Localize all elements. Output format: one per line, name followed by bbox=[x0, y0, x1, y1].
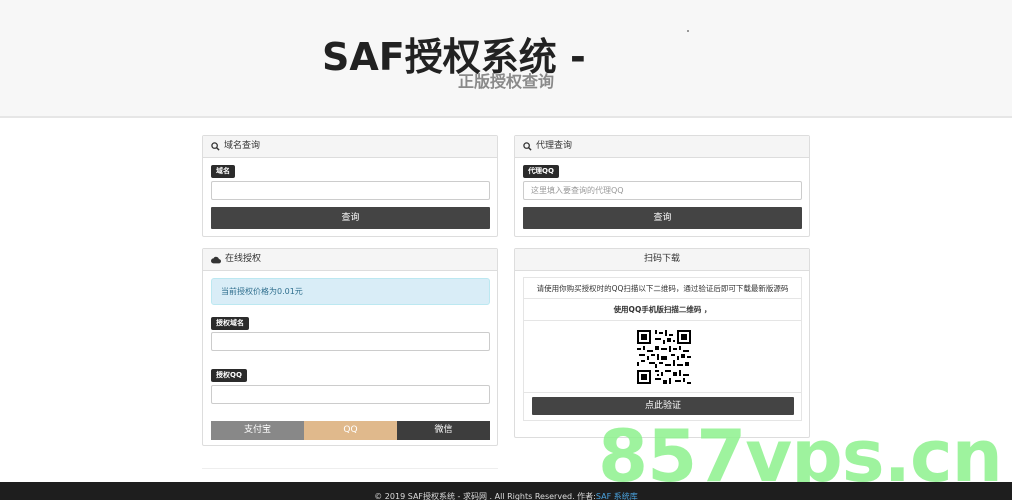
domain-query-panel: 域名查询 域名 查询 bbox=[202, 135, 498, 237]
agent-qq-label: 代理QQ bbox=[523, 165, 559, 178]
scan-download-panel: 扫码下载 请使用你购买授权时的QQ扫描以下二维码，通过验证后即可下载最新版源码 … bbox=[514, 248, 810, 438]
online-auth-panel: 在线授权 当前授权价格为0.01元 授权域名 授权QQ 支付宝 QQ 微信 bbox=[202, 248, 498, 446]
decorative-dot bbox=[687, 30, 689, 32]
verify-button[interactable]: 点此验证 bbox=[532, 397, 794, 415]
price-notice: 当前授权价格为0.01元 bbox=[211, 278, 490, 305]
alipay-button[interactable]: 支付宝 bbox=[211, 421, 304, 440]
search-icon bbox=[211, 142, 220, 151]
scan-download-heading: 扫码下载 bbox=[515, 249, 809, 271]
agent-query-title: 代理查询 bbox=[536, 141, 573, 151]
online-auth-title: 在线授权 bbox=[225, 254, 262, 264]
domain-query-heading: 域名查询 bbox=[203, 136, 497, 158]
page-footer: © 2019 SAF授权系统 - 求码网 . All Rights Reserv… bbox=[0, 482, 1012, 500]
auth-domain-label: 授权域名 bbox=[211, 317, 249, 330]
divider bbox=[202, 468, 498, 469]
wechat-pay-button[interactable]: 微信 bbox=[397, 421, 490, 440]
footer-author-link[interactable]: SAF 系统库 bbox=[596, 492, 638, 500]
footer-text: © 2019 SAF授权系统 - 求码网 . All Rights Reserv… bbox=[374, 492, 596, 500]
qr-code-icon bbox=[637, 330, 691, 384]
domain-input[interactable] bbox=[211, 181, 490, 200]
page-header: SAF授权系统 - 正版授权查询 bbox=[0, 0, 1012, 118]
scan-download-title: 扫码下载 bbox=[643, 254, 680, 264]
auth-domain-input[interactable] bbox=[211, 332, 490, 351]
page-subtitle: 正版授权查询 bbox=[458, 72, 555, 91]
cloud-icon bbox=[211, 256, 221, 263]
online-auth-heading: 在线授权 bbox=[203, 249, 497, 271]
domain-query-title: 域名查询 bbox=[224, 141, 261, 151]
agent-qq-input[interactable]: 这里填入要查询的代理QQ bbox=[523, 181, 802, 200]
agent-query-heading: 代理查询 bbox=[515, 136, 809, 158]
agent-query-panel: 代理查询 代理QQ 这里填入要查询的代理QQ 查询 bbox=[514, 135, 810, 237]
auth-qq-input[interactable] bbox=[211, 385, 490, 404]
scan-instruction: 请使用你购买授权时的QQ扫描以下二维码，通过验证后即可下载最新版源码 bbox=[524, 278, 801, 299]
qr-container: 请使用你购买授权时的QQ扫描以下二维码，通过验证后即可下载最新版源码 使用QQ手… bbox=[523, 277, 802, 421]
qq-pay-button[interactable]: QQ bbox=[304, 421, 397, 440]
agent-query-button[interactable]: 查询 bbox=[523, 207, 802, 229]
domain-query-button[interactable]: 查询 bbox=[211, 207, 490, 229]
search-icon bbox=[523, 142, 532, 151]
scan-hint: 使用QQ手机版扫描二维码 ， bbox=[524, 299, 801, 321]
auth-qq-label: 授权QQ bbox=[211, 369, 247, 382]
domain-label: 域名 bbox=[211, 165, 235, 178]
